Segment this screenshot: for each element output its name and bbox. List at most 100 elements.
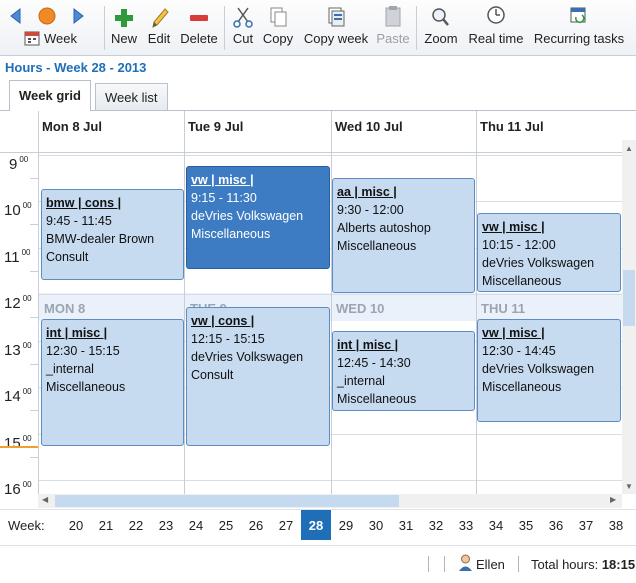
paste-button[interactable]: Paste bbox=[374, 0, 412, 56]
appointment-bmw-cons[interactable]: bmw | cons | 9:45 - 11:45 BMW-dealer Bro… bbox=[41, 189, 184, 280]
tab-week-list[interactable]: Week list bbox=[95, 83, 168, 111]
appointment-client: deVries Volkswagen bbox=[191, 209, 304, 223]
scroll-up-icon[interactable]: ▲ bbox=[625, 144, 633, 153]
current-user[interactable]: Ellen bbox=[476, 557, 505, 572]
copy-button[interactable]: Copy bbox=[260, 0, 296, 56]
appointment-client: _internal bbox=[337, 374, 385, 388]
week-number-25[interactable]: 25 bbox=[211, 510, 241, 540]
appointment-title: vw | cons | bbox=[191, 314, 255, 328]
delete-button[interactable]: Delete bbox=[178, 0, 220, 56]
appointment-time: 12:45 - 14:30 bbox=[337, 356, 411, 370]
toolbar-separator bbox=[416, 6, 417, 50]
appointment-type: Consult bbox=[46, 250, 89, 264]
tab-week-grid[interactable]: Week grid bbox=[9, 80, 91, 111]
real-time-label: Real time bbox=[468, 31, 524, 46]
day-header-thu[interactable]: Thu 11 Jul bbox=[476, 111, 622, 153]
week-number-23[interactable]: 23 bbox=[151, 510, 181, 540]
day-header-wed[interactable]: Wed 10 Jul bbox=[331, 111, 476, 153]
appointment-client: deVries Volkswagen bbox=[482, 256, 595, 270]
half-hour-tick bbox=[30, 410, 38, 411]
appointment-client: _internal bbox=[46, 362, 94, 376]
real-time-button[interactable]: Real time bbox=[466, 0, 526, 56]
scroll-right-icon[interactable]: ▶ bbox=[610, 495, 616, 504]
lunch-day-label-thu: THU 11 bbox=[481, 301, 526, 316]
appointment-time: 10:15 - 12:00 bbox=[482, 238, 556, 252]
horizontal-scrollbar[interactable]: ◀ ▶ bbox=[38, 494, 622, 508]
vertical-scroll-thumb[interactable] bbox=[623, 270, 635, 326]
half-hour-tick bbox=[30, 178, 38, 179]
toolbar-separator bbox=[104, 6, 105, 50]
new-label: New bbox=[110, 31, 137, 46]
view-tabs: Week grid Week list bbox=[0, 80, 636, 111]
appointment-type: Miscellaneous bbox=[482, 380, 562, 394]
cut-button[interactable]: Cut bbox=[228, 0, 258, 56]
plus-icon bbox=[108, 0, 140, 32]
copy-week-button[interactable]: Copy week bbox=[302, 0, 370, 56]
appointment-vw-cons[interactable]: vw | cons | 12:15 - 15:15 deVries Volksw… bbox=[186, 307, 330, 446]
appointment-vw-misc[interactable]: vw | misc | 10:15 - 12:00 deVries Volksw… bbox=[477, 213, 621, 292]
appointment-int-misc[interactable]: int | misc | 12:45 - 14:30 _internal Mis… bbox=[332, 331, 475, 411]
appointment-type: Miscellaneous bbox=[482, 274, 562, 288]
appointment-title: vw | misc | bbox=[482, 220, 545, 234]
day-header-tue[interactable]: Tue 9 Jul bbox=[184, 111, 331, 153]
appointment-type: Miscellaneous bbox=[46, 380, 126, 394]
appointment-title: int | misc | bbox=[337, 338, 399, 352]
week-number-22[interactable]: 22 bbox=[121, 510, 151, 540]
hour-line bbox=[38, 480, 622, 481]
week-number-26[interactable]: 26 bbox=[241, 510, 271, 540]
hour-label-11: 11 00 bbox=[4, 248, 31, 266]
user-icon bbox=[458, 554, 473, 572]
horizontal-scroll-thumb[interactable] bbox=[55, 495, 399, 507]
half-hour-tick bbox=[30, 317, 38, 318]
clipboard-icon bbox=[374, 0, 412, 32]
appointment-time: 12:15 - 15:15 bbox=[191, 332, 265, 346]
week-number-37[interactable]: 37 bbox=[571, 510, 601, 540]
day-header-label: Wed 10 Jul bbox=[335, 119, 403, 134]
status-separator bbox=[444, 556, 445, 572]
week-number-29[interactable]: 29 bbox=[331, 510, 361, 540]
page-title: Hours - Week 28 - 2013 bbox=[5, 60, 147, 75]
week-number-33[interactable]: 33 bbox=[451, 510, 481, 540]
scroll-down-icon[interactable]: ▼ bbox=[625, 482, 633, 491]
edit-label: Edit bbox=[147, 31, 171, 46]
vertical-scrollbar[interactable]: ▲ ▼ bbox=[622, 140, 636, 494]
week-number-21[interactable]: 21 bbox=[91, 510, 121, 540]
week-number-36[interactable]: 36 bbox=[541, 510, 571, 540]
appointment-vw-misc-selected[interactable]: vw | misc | 9:15 - 11:30 deVries Volkswa… bbox=[186, 166, 330, 269]
total-hours-value: 18:15 bbox=[601, 557, 636, 572]
recurring-icon bbox=[530, 0, 628, 32]
appointment-time: 12:30 - 14:45 bbox=[482, 344, 556, 358]
cut-label: Cut bbox=[232, 31, 254, 46]
appointment-int-misc[interactable]: int | misc | 12:30 - 15:15 _internal Mis… bbox=[41, 319, 184, 446]
appointment-aa-misc[interactable]: aa | misc | 9:30 - 12:00 Alberts autosho… bbox=[332, 178, 475, 293]
delete-label: Delete bbox=[180, 31, 218, 46]
day-header-label: Mon 8 Jul bbox=[42, 119, 102, 134]
week-number-30[interactable]: 30 bbox=[361, 510, 391, 540]
week-number-35[interactable]: 35 bbox=[511, 510, 541, 540]
edit-button[interactable]: Edit bbox=[144, 0, 174, 56]
hour-label-16: 16 00 bbox=[4, 480, 32, 494]
scroll-left-icon[interactable]: ◀ bbox=[42, 495, 48, 504]
copy-week-label: Copy week bbox=[303, 31, 369, 46]
total-hours: Total hours: 18:15 bbox=[531, 557, 635, 572]
week-number-27[interactable]: 27 bbox=[271, 510, 301, 540]
week-number-28[interactable]: 28 bbox=[301, 510, 331, 540]
day-header-mon[interactable]: Mon 8 Jul bbox=[38, 111, 184, 153]
appointment-vw-misc[interactable]: vw | misc | 12:30 - 14:45 deVries Volksw… bbox=[477, 319, 621, 422]
week-number-34[interactable]: 34 bbox=[481, 510, 511, 540]
copy-icon bbox=[260, 0, 296, 32]
week-number-24[interactable]: 24 bbox=[181, 510, 211, 540]
half-hour-tick bbox=[30, 271, 38, 272]
week-number-31[interactable]: 31 bbox=[391, 510, 421, 540]
zoom-button[interactable]: Zoom bbox=[420, 0, 462, 56]
week-number-20[interactable]: 20 bbox=[61, 510, 91, 540]
calendar-icon bbox=[24, 30, 40, 46]
status-separator bbox=[428, 556, 429, 572]
new-button[interactable]: New bbox=[108, 0, 140, 56]
hour-label-12: 12 00 bbox=[4, 294, 32, 312]
week-number-38[interactable]: 38 bbox=[601, 510, 631, 540]
week-number-32[interactable]: 32 bbox=[421, 510, 451, 540]
hour-line bbox=[38, 294, 622, 295]
recurring-tasks-button[interactable]: Recurring tasks bbox=[530, 0, 628, 56]
week-view-button[interactable]: Week bbox=[20, 0, 82, 56]
